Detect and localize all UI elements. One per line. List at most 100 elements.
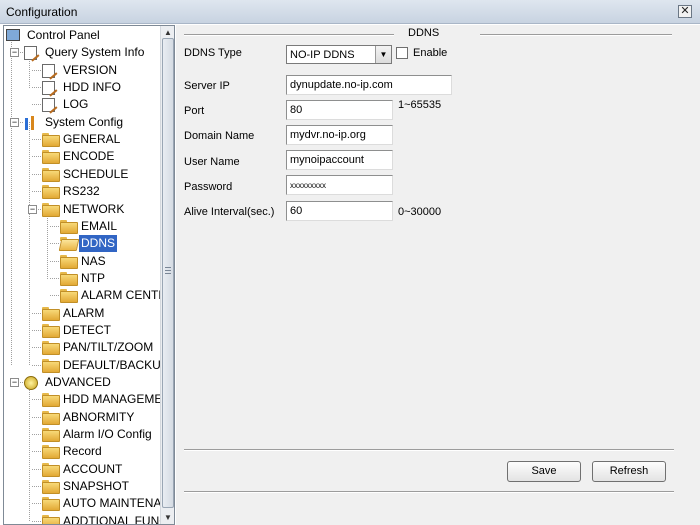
tree-item-label: ALARM	[63, 305, 105, 320]
folder-icon	[42, 410, 60, 425]
enable-checkbox[interactable]	[396, 47, 408, 59]
tree-item-auto-maintenance[interactable]: AUTO MAINTENAI	[4, 495, 160, 512]
ddns-type-label: DDNS Type	[184, 47, 242, 59]
tree-item-general[interactable]: GENERAL	[4, 131, 160, 148]
tree-item-record[interactable]: Record	[4, 443, 160, 460]
folder-icon	[42, 150, 60, 165]
tree-item-label: LOG	[63, 97, 89, 112]
tree-list: Control Panel − Query System Info VERSION HD…	[4, 26, 160, 524]
grip-icon	[165, 267, 171, 274]
tree-connector	[32, 69, 41, 71]
alive-interval-input[interactable]	[286, 201, 393, 221]
user-name-label: User Name	[184, 156, 240, 168]
tree-connector	[32, 104, 41, 106]
refresh-button[interactable]: Refresh	[592, 461, 666, 482]
tree-item-label: PAN/TILT/ZOOM	[63, 340, 154, 355]
tree-item-label: Alarm I/O Config	[63, 427, 152, 442]
collapse-icon[interactable]: −	[10, 48, 19, 58]
password-input[interactable]	[286, 175, 393, 195]
tree-connector	[50, 225, 59, 227]
domain-name-input[interactable]	[286, 125, 393, 145]
collapse-icon[interactable]: −	[28, 204, 37, 214]
tree-item-label: SCHEDULE	[63, 166, 129, 181]
user-name-input[interactable]	[286, 150, 393, 170]
folder-icon	[60, 271, 78, 286]
tree-connector	[32, 399, 41, 401]
tree-item-version[interactable]: VERSION	[4, 62, 160, 79]
chevron-down-icon[interactable]: ▼	[375, 46, 391, 63]
scrollbar-thumb[interactable]	[162, 38, 174, 508]
tree-connector	[32, 520, 41, 522]
folder-icon	[60, 219, 78, 234]
tree-item-alarm[interactable]: ALARM	[4, 305, 160, 322]
tree-item-rs232[interactable]: RS232	[4, 183, 160, 200]
tree-connector	[32, 347, 41, 349]
tree-connector	[32, 87, 41, 89]
tree-item-advanced[interactable]: − ADVANCED	[4, 374, 160, 391]
tree-connector	[32, 173, 41, 175]
tree-item-detect[interactable]: DETECT	[4, 322, 160, 339]
section-divider-left	[184, 34, 394, 36]
tree-item-label: ACCOUNT	[63, 461, 123, 476]
scroll-up-icon[interactable]: ▲	[163, 28, 173, 37]
tree-item-label: SNAPSHOT	[63, 479, 130, 494]
tree-item-label: GENERAL	[63, 132, 121, 147]
domain-name-label: Domain Name	[184, 130, 255, 142]
tree-item-label: NAS	[81, 253, 106, 268]
tree-item-query-system-info[interactable]: − Query System Info	[4, 44, 160, 61]
document-edit-icon	[24, 46, 37, 61]
save-button[interactable]: Save	[507, 461, 581, 482]
close-button[interactable]: ✕	[678, 5, 692, 18]
tree-item-additional-function[interactable]: ADDTIONAL FUNCTIC	[4, 513, 160, 524]
enable-label: Enable	[413, 47, 448, 59]
ddns-type-select[interactable]: NO-IP DDNS ▼	[286, 45, 392, 64]
tree-item-email[interactable]: EMAIL	[4, 218, 160, 235]
alive-interval-label: Alive Interval(sec.)	[184, 206, 275, 218]
tree-item-default-backup[interactable]: DEFAULT/BACKUP	[4, 357, 160, 374]
tree-connector	[32, 451, 41, 453]
tree-item-ddns[interactable]: DDNS	[4, 235, 160, 253]
tree-item-label: ENCODE	[63, 149, 115, 164]
tree-item-label: NTP	[81, 270, 105, 285]
password-label: Password	[184, 181, 233, 193]
server-ip-input[interactable]	[286, 75, 452, 95]
button-divider-top	[184, 449, 674, 451]
tree-item-label: Query System Info	[45, 45, 145, 60]
tree-item-system-config[interactable]: − System Config	[4, 114, 160, 131]
tree-item-nas[interactable]: NAS	[4, 253, 160, 270]
tree-item-control-panel[interactable]: Control Panel	[4, 27, 160, 44]
collapse-icon[interactable]: −	[10, 117, 19, 127]
tree-item-label: AUTO MAINTENAI	[63, 496, 160, 511]
port-input[interactable]	[286, 100, 393, 120]
tree-item-encode[interactable]: ENCODE	[4, 148, 160, 165]
tree-item-hdd-management[interactable]: HDD MANAGEMEI	[4, 391, 160, 408]
folder-icon	[42, 497, 60, 512]
tree-item-alarm-center[interactable]: ALARM CENTE	[4, 287, 160, 304]
tree-item-abnormity[interactable]: ABNORMITY	[4, 409, 160, 426]
tree-item-schedule[interactable]: SCHEDULE	[4, 166, 160, 183]
tree-item-label: DETECT	[63, 322, 111, 337]
tree-item-label: HDD INFO	[63, 80, 121, 95]
tree-connector	[50, 277, 59, 279]
tree-item-network[interactable]: − NETWORK	[4, 201, 160, 218]
tree-item-label: Record	[63, 444, 102, 459]
tree-scrollbar[interactable]: ▲ ▼	[160, 26, 174, 524]
tree-item-alarm-io-config[interactable]: Alarm I/O Config	[4, 426, 160, 443]
ddns-panel: DDNS DDNS Type NO-IP DDNS ▼ Enable Serve…	[176, 25, 700, 525]
tree-connector	[32, 364, 41, 366]
document-edit-icon	[42, 63, 55, 78]
tree-item-log[interactable]: LOG	[4, 96, 160, 113]
tree-item-hdd-info[interactable]: HDD INFO	[4, 79, 160, 96]
scroll-down-icon[interactable]: ▼	[163, 513, 173, 522]
folder-open-icon	[60, 237, 76, 249]
tree-item-snapshot[interactable]: SNAPSHOT	[4, 478, 160, 495]
tree-item-label: DEFAULT/BACKUP	[63, 357, 160, 372]
tree-item-pan-tilt-zoom[interactable]: PAN/TILT/ZOOM	[4, 339, 160, 356]
config-tree: Control Panel − Query System Info VERSION HD…	[3, 25, 175, 525]
tree-item-ntp[interactable]: NTP	[4, 270, 160, 287]
tree-connector	[32, 503, 41, 505]
folder-icon	[42, 202, 60, 217]
tree-connector	[32, 416, 41, 418]
tree-item-account[interactable]: ACCOUNT	[4, 461, 160, 478]
collapse-icon[interactable]: −	[10, 378, 19, 387]
